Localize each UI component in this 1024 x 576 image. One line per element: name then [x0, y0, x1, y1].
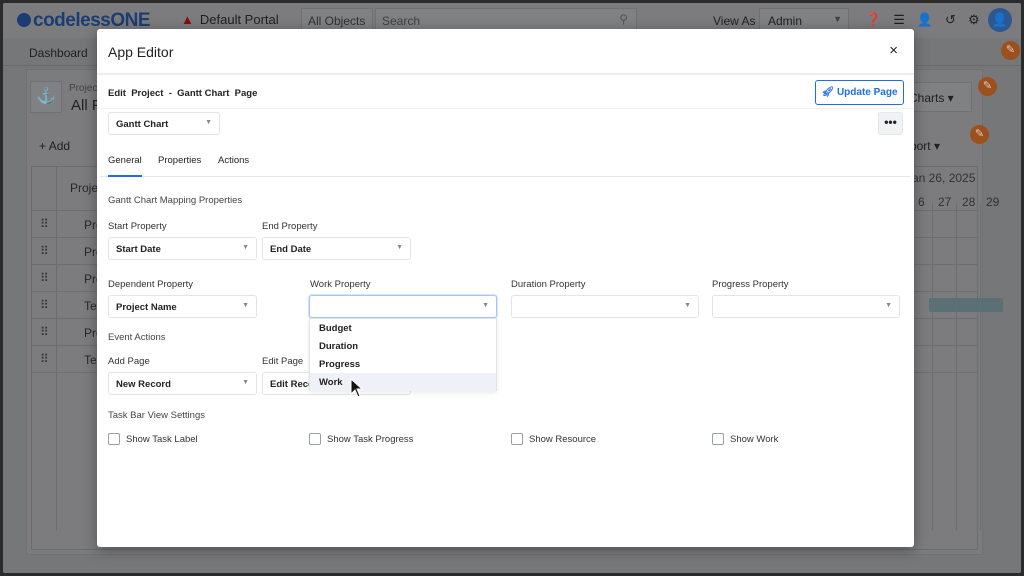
start-property-label: Start Property	[108, 221, 167, 232]
add-page-select[interactable]: New Record ▼	[108, 372, 257, 395]
chevron-down-icon: ▼	[242, 302, 249, 309]
start-property-value: Start Date	[116, 244, 161, 255]
dependent-property-select[interactable]: Project Name ▼	[108, 295, 257, 318]
dropdown-option[interactable]: Work	[310, 373, 496, 391]
view-type-value: Gantt Chart	[116, 119, 169, 130]
end-property-value: End Date	[270, 244, 312, 255]
dropdown-option[interactable]: Duration	[310, 337, 496, 355]
show-resource-checkbox[interactable]: Show Resource	[511, 433, 596, 445]
tab-bar: General Properties Actions	[100, 147, 911, 177]
checkbox-label: Show Task Label	[126, 433, 198, 445]
checkbox-icon[interactable]	[309, 433, 321, 445]
progress-property-label: Progress Property	[712, 279, 789, 290]
show-task-progress-checkbox[interactable]: Show Task Progress	[309, 433, 413, 445]
progress-property-select[interactable]: ▼	[712, 295, 900, 318]
end-property-select[interactable]: End Date ▼	[262, 237, 411, 260]
show-task-label-checkbox[interactable]: Show Task Label	[108, 433, 198, 445]
duration-property-select[interactable]: ▼	[511, 295, 699, 318]
start-property-select[interactable]: Start Date ▼	[108, 237, 257, 260]
work-property-dropdown: Budget Duration Progress Work	[309, 318, 497, 391]
edit-page-label: Edit Page	[262, 356, 304, 367]
divider	[97, 108, 914, 109]
chevron-down-icon: ▼	[242, 244, 249, 251]
checkbox-icon[interactable]	[511, 433, 523, 445]
section-title: Task Bar View Settings	[108, 410, 205, 421]
tab-actions[interactable]: Actions	[218, 155, 249, 166]
modal-title: App Editor	[108, 44, 174, 60]
tab-general[interactable]: General	[108, 155, 142, 177]
checkbox-label: Show Resource	[529, 433, 597, 445]
rocket-icon: 🚀︎	[821, 87, 835, 98]
breadcrumb: Edit Project - Gantt Chart Page	[108, 88, 258, 99]
update-page-button[interactable]: 🚀︎ Update Page	[815, 80, 904, 105]
more-options-button[interactable]: •••	[878, 112, 903, 135]
chevron-down-icon: ▼	[242, 379, 249, 386]
work-property-select[interactable]: ▼	[309, 295, 497, 318]
section-title: Event Actions	[108, 332, 166, 343]
duration-property-label: Duration Property	[511, 279, 586, 290]
chevron-down-icon: ▼	[684, 302, 691, 309]
update-page-label: Update Page	[836, 87, 898, 98]
app-editor-modal: App Editor × Edit Project - Gantt Chart …	[97, 29, 914, 547]
end-property-label: End Property	[262, 221, 318, 232]
dropdown-option[interactable]: Budget	[310, 319, 496, 337]
chevron-down-icon: ▼	[205, 119, 212, 126]
checkbox-icon[interactable]	[712, 433, 724, 445]
close-icon[interactable]: ×	[889, 42, 898, 59]
add-page-label: Add Page	[108, 356, 150, 367]
tab-properties[interactable]: Properties	[158, 155, 201, 166]
view-type-select[interactable]: Gantt Chart ▼	[108, 112, 220, 135]
checkbox-label: Show Task Progress	[327, 433, 414, 445]
work-property-label: Work Property	[310, 279, 371, 290]
show-work-checkbox[interactable]: Show Work	[712, 433, 778, 445]
chevron-down-icon: ▼	[396, 244, 403, 251]
chevron-down-icon: ▼	[482, 302, 489, 309]
section-title: Gantt Chart Mapping Properties	[108, 195, 243, 206]
chevron-down-icon: ▼	[885, 302, 892, 309]
dependent-property-label: Dependent Property	[108, 279, 194, 290]
dropdown-option[interactable]: Progress	[310, 355, 496, 373]
dependent-property-value: Project Name	[116, 302, 177, 313]
add-page-value: New Record	[116, 379, 171, 390]
checkbox-icon[interactable]	[108, 433, 120, 445]
checkbox-label: Show Work	[730, 433, 779, 445]
mouse-cursor-icon	[350, 378, 364, 398]
